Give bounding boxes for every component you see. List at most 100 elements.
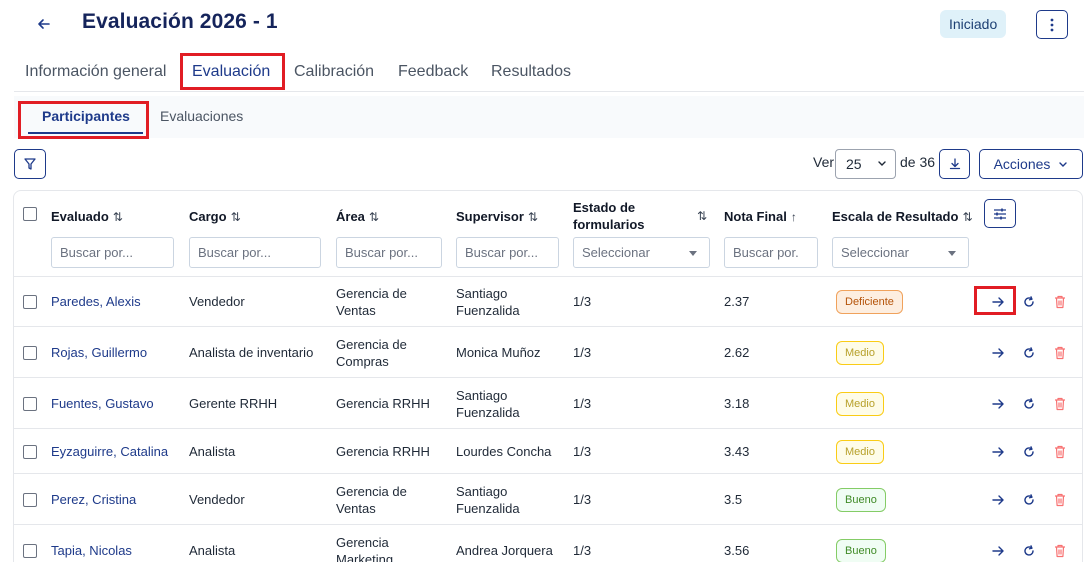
tab-informacion-general[interactable]: Información general — [25, 54, 166, 90]
col-header-nota-final[interactable]: Nota Final ↑ — [724, 208, 797, 226]
open-evaluation-button[interactable] — [987, 342, 1009, 364]
row-checkbox[interactable] — [23, 544, 37, 558]
delete-button[interactable] — [1049, 291, 1071, 313]
open-evaluation-button[interactable] — [987, 441, 1009, 463]
arrow-left-icon — [38, 19, 50, 29]
subtab-active-indicator — [28, 132, 143, 134]
nota-final-cell: 3.5 — [724, 491, 743, 507]
evaluado-name-link[interactable]: Fuentes, Gustavo — [51, 395, 154, 412]
area-cell: Gerencia RRHH — [336, 395, 430, 411]
refresh-icon — [1024, 545, 1034, 556]
row-checkbox[interactable] — [23, 444, 37, 459]
col-header-cargo[interactable]: Cargo ⇅ — [189, 208, 241, 226]
col-header-estado[interactable]: Estado de formularios — [573, 199, 645, 233]
table-row: Perez, Cristina Vendedor Gerencia de Vent… — [14, 474, 1082, 525]
row-checkbox[interactable] — [23, 295, 37, 309]
sliders-icon — [994, 208, 1006, 219]
estado-filter-select[interactable]: Seleccionar — [573, 237, 710, 268]
reset-button[interactable] — [1018, 540, 1040, 562]
filter-button[interactable] — [14, 149, 46, 179]
page-header: Evaluación 2026 - 1 Iniciado — [0, 0, 1092, 48]
table-row: Rojas, Guillermo Analista de inventario … — [14, 327, 1082, 378]
chevron-down-icon — [878, 161, 886, 166]
area-search-input[interactable] — [336, 237, 442, 268]
escala-filter-select[interactable]: Seleccionar — [832, 237, 969, 268]
reset-button[interactable] — [1018, 393, 1040, 415]
supervisor-search-input[interactable] — [456, 237, 559, 268]
refresh-icon — [1024, 445, 1034, 457]
arrow-right-icon — [992, 347, 1004, 358]
delete-button[interactable] — [1049, 441, 1071, 463]
estado-cell: 1/3 — [573, 344, 592, 360]
cargo-cell: Analista — [189, 543, 236, 558]
nota-final-cell: 2.37 — [724, 294, 750, 309]
reset-button[interactable] — [1018, 489, 1040, 511]
open-evaluation-button[interactable] — [987, 489, 1009, 511]
page-size-label: Ver — [813, 154, 835, 170]
nota-final-cell: 3.56 — [724, 543, 750, 558]
refresh-icon — [1024, 397, 1034, 409]
delete-button[interactable] — [1049, 393, 1071, 415]
row-checkbox[interactable] — [23, 396, 37, 411]
download-button[interactable] — [939, 149, 970, 179]
evaluado-name-link[interactable]: Eyzaguirre, Catalina — [51, 443, 168, 460]
tab-resultados[interactable]: Resultados — [491, 54, 571, 90]
delete-button[interactable] — [1049, 540, 1071, 562]
tab-feedback[interactable]: Feedback — [398, 54, 468, 90]
evaluado-name-link[interactable]: Rojas, Guillermo — [51, 344, 147, 361]
sort-icon[interactable]: ⇅ — [697, 209, 707, 223]
select-all-checkbox[interactable] — [23, 207, 37, 221]
col-header-area[interactable]: Área ⇅ — [336, 208, 379, 226]
evaluado-name-link[interactable]: Tapia, Nicolas — [51, 542, 132, 559]
tab-evaluacion[interactable]: Evaluación — [192, 54, 270, 90]
supervisor-cell: Santiago Fuenzalida — [456, 286, 520, 318]
col-header-supervisor[interactable]: Supervisor ⇅ — [456, 208, 538, 226]
reset-button[interactable] — [1018, 342, 1040, 364]
reset-button[interactable] — [1018, 291, 1040, 313]
arrow-right-icon — [992, 297, 1004, 307]
delete-button[interactable] — [1049, 342, 1071, 364]
scale-badge: Bueno — [836, 487, 886, 512]
cargo-search-input[interactable] — [189, 237, 321, 268]
sort-icon: ⇅ — [368, 210, 379, 224]
reset-button[interactable] — [1018, 441, 1040, 463]
area-cell: Gerencia Marketing — [336, 535, 394, 562]
caret-down-icon — [948, 251, 956, 256]
sort-asc-icon: ↑ — [790, 210, 797, 224]
nota-final-cell: 2.62 — [724, 344, 750, 360]
nota-search-input[interactable] — [724, 237, 818, 268]
open-evaluation-button[interactable] — [987, 540, 1009, 562]
column-settings-button[interactable] — [984, 199, 1016, 228]
area-cell: Gerencia de Ventas — [336, 286, 407, 318]
col-header-escala[interactable]: Escala de Resultado ⇅ — [832, 208, 973, 226]
estado-cell: 1/3 — [573, 443, 592, 459]
participants-table: Evaluado ⇅ Cargo ⇅ Área ⇅ Supervisor ⇅ Estad… — [13, 190, 1083, 562]
evaluado-name-link[interactable]: Perez, Cristina — [51, 491, 136, 508]
back-button[interactable] — [32, 12, 56, 36]
trash-icon — [1055, 295, 1065, 309]
row-checkbox[interactable] — [23, 492, 37, 507]
open-evaluation-button[interactable] — [987, 291, 1009, 313]
row-checkbox[interactable] — [23, 345, 37, 360]
page-size-select[interactable]: 25 — [835, 149, 896, 179]
supervisor-cell: Andrea Jorquera — [456, 543, 553, 558]
sort-icon: ⇅ — [112, 210, 123, 224]
more-options-button[interactable] — [1036, 10, 1068, 39]
funnel-icon — [24, 158, 36, 170]
download-icon — [949, 158, 960, 170]
delete-button[interactable] — [1049, 489, 1071, 511]
nota-final-cell: 3.43 — [724, 443, 750, 459]
col-header-evaluado[interactable]: Evaluado ⇅ — [51, 208, 123, 226]
open-evaluation-button[interactable] — [987, 393, 1009, 415]
supervisor-cell: Lourdes Concha — [456, 443, 552, 459]
estado-cell: 1/3 — [573, 395, 592, 411]
evaluado-name-link[interactable]: Paredes, Alexis — [51, 293, 141, 310]
supervisor-cell: Santiago Fuenzalida — [456, 483, 520, 516]
arrow-right-icon — [992, 398, 1004, 409]
table-row: Tapia, Nicolas Analista Gerencia Marketin… — [14, 525, 1082, 562]
actions-dropdown-button[interactable]: Acciones — [979, 149, 1083, 179]
evaluado-search-input[interactable] — [51, 237, 174, 268]
subtab-evaluaciones[interactable]: Evaluaciones — [160, 108, 243, 124]
tab-calibracion[interactable]: Calibración — [294, 54, 374, 90]
subtab-participantes[interactable]: Participantes — [42, 108, 130, 124]
